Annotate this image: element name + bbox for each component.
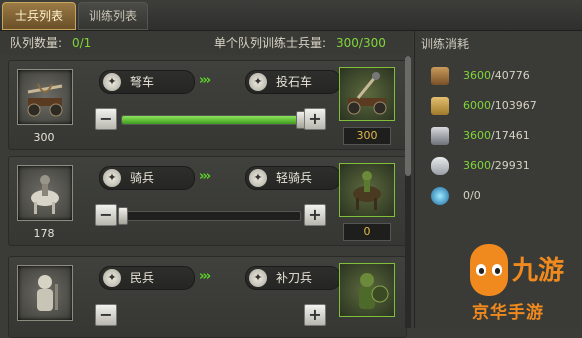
target-unit-pill: ✦ 补刀兵: [245, 266, 341, 290]
source-unit-name: 弩车: [130, 75, 155, 89]
skirmisher-portrait[interactable]: [339, 263, 395, 317]
queue-count-value: 0/1: [72, 36, 92, 50]
wood-log-icon: [431, 67, 449, 85]
scrollbar-thumb[interactable]: [405, 56, 411, 176]
decrease-button[interactable]: −: [95, 304, 117, 326]
queue-info-bar: 队列数量: 0/1 单个队列训练士兵量: 300/300: [0, 31, 412, 55]
resource-have: 0/0: [463, 189, 481, 202]
resource-have: 6000: [463, 99, 491, 112]
slider-fill: [122, 116, 300, 124]
queue-count-label: 队列数量:: [10, 36, 63, 50]
catapult-portrait[interactable]: [339, 67, 395, 121]
gem-orb-icon: [431, 187, 449, 205]
decrease-button[interactable]: −: [95, 204, 117, 226]
list-scrollbar[interactable]: [405, 56, 411, 328]
increase-button[interactable]: +: [304, 204, 326, 226]
resource-total: /17461: [491, 129, 530, 142]
tab-training-list[interactable]: 训练列表: [78, 2, 148, 30]
stone-ore-icon: [431, 157, 449, 175]
panel-title: 训练消耗: [421, 37, 470, 51]
watermark-logo-text: 九游: [512, 256, 565, 286]
resource-total: /29931: [491, 159, 530, 172]
resource-total: /40776: [491, 69, 530, 82]
source-unit-pill: ✦ 民兵: [99, 266, 195, 290]
unit-row-ballista: 300 ✦ 弩车 ››› ✦ 投石车 − + 300: [8, 60, 407, 150]
resource-have: 3600: [463, 159, 491, 172]
queue-capacity-label: 单个队列训练士兵量:: [214, 36, 327, 50]
train-amount-field[interactable]: 300: [343, 127, 391, 145]
target-unit-pill: ✦ 投石车: [245, 70, 341, 94]
quantity-slider[interactable]: [121, 111, 306, 129]
target-unit-pill: ✦ 轻骑兵: [245, 166, 341, 190]
unit-row-militia: ✦ 民兵 ››› ✦ 补刀兵 − +: [8, 256, 407, 338]
increase-button[interactable]: +: [304, 108, 326, 130]
target-unit-name: 投石车: [276, 75, 313, 89]
upgrade-arrows-icon: ›››: [199, 269, 211, 284]
militia-portrait[interactable]: [17, 265, 73, 321]
target-unit-name: 补刀兵: [276, 271, 313, 285]
unit-type-icon: ✦: [103, 73, 121, 91]
unit-type-icon: ✦: [103, 269, 121, 287]
resource-total: /103967: [491, 99, 537, 112]
decrease-button[interactable]: −: [95, 108, 117, 130]
tab-soldier-list[interactable]: 士兵列表: [2, 2, 76, 30]
mascot-logo: [470, 244, 508, 296]
watermark-sub-text: 京华手游: [472, 303, 544, 323]
iron-ingot-icon: [431, 127, 449, 145]
site-watermark: 九游 京华手游: [470, 240, 582, 328]
top-tab-bar: 士兵列表 训练列表: [0, 0, 582, 31]
wheat-icon: [431, 97, 449, 115]
target-unit-name: 轻骑兵: [276, 171, 313, 185]
source-unit-name: 骑兵: [130, 171, 155, 185]
train-amount-field[interactable]: 0: [343, 223, 391, 241]
resource-have: 3600: [463, 69, 491, 82]
source-unit-name: 民兵: [130, 271, 155, 285]
ballista-portrait[interactable]: [17, 69, 73, 125]
source-unit-pill: ✦ 弩车: [99, 70, 195, 94]
unit-type-icon: ✦: [249, 73, 267, 91]
quantity-slider[interactable]: [118, 207, 301, 225]
unit-type-icon: ✦: [249, 269, 267, 287]
upgrade-arrows-icon: ›››: [199, 169, 211, 184]
upgrade-arrows-icon: ›››: [199, 73, 211, 88]
unit-count: 178: [33, 227, 55, 240]
unit-type-icon: ✦: [249, 169, 267, 187]
light-cavalry-portrait[interactable]: [339, 163, 395, 217]
unit-type-icon: ✦: [103, 169, 121, 187]
cavalry-portrait[interactable]: [17, 165, 73, 221]
resource-have: 3600: [463, 129, 491, 142]
queue-capacity-value: 300/300: [336, 36, 386, 50]
unit-count: 300: [33, 131, 55, 144]
increase-button[interactable]: +: [304, 304, 326, 326]
unit-row-cavalry: 178 ✦ 骑兵 ››› ✦ 轻骑兵 − + 0: [8, 156, 407, 246]
source-unit-pill: ✦ 骑兵: [99, 166, 195, 190]
slider-handle[interactable]: [118, 207, 128, 225]
